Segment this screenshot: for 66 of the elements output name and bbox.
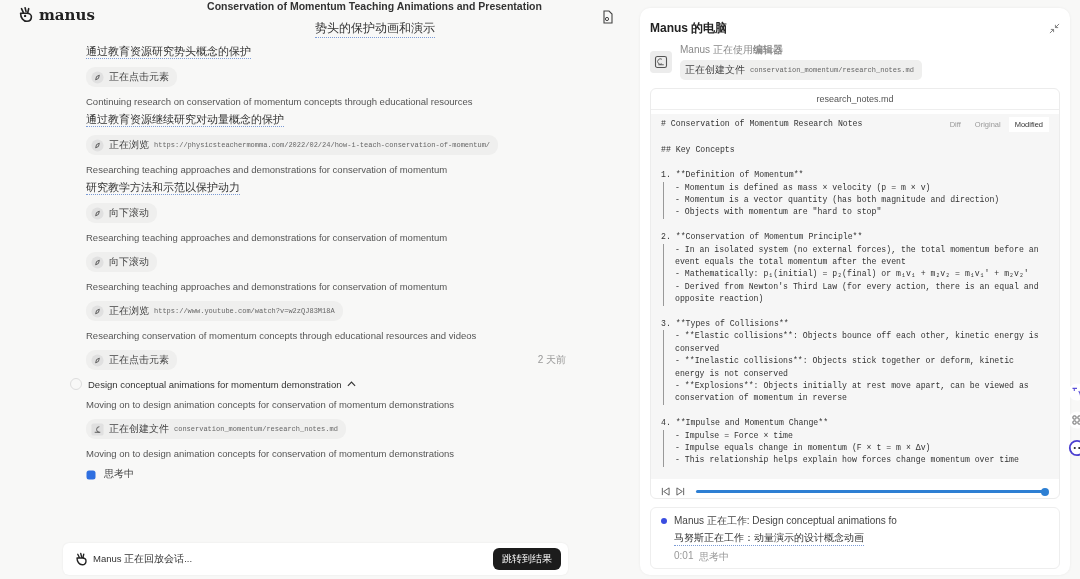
progress-message: Researching teaching approaches and demonstrations for conservation of momentum [86,163,449,176]
thinking-icon [86,469,96,480]
action-chip[interactable]: 向下滚动 [86,252,157,272]
collapse-icon[interactable] [1049,23,1060,34]
next-icon[interactable] [676,487,685,497]
elapsed-time: 0:01 [674,550,694,563]
code-line: ## Key Concepts [661,145,735,155]
code-line: - Objects with momentum are "hard to stop" [675,206,883,219]
action-chip[interactable]: 正在点击元素 [86,67,177,87]
logo-text: manus [39,6,95,24]
action-chip[interactable]: 向下滚动 [86,203,157,223]
timestamp: 2 天前 [537,353,566,367]
activity-state: 思考中 [699,550,730,564]
activity-text: Manus 正在工作: Design conceptual animations fo [674,514,897,528]
code-line: - In an isolated system (no external forces), the total momentum before an event equals the total momentum after the event [675,243,1040,268]
progress-message: Continuing research on conservation of momentum concepts through educational resources [86,95,474,108]
caret-icon[interactable] [347,381,357,387]
code-line: 3. **Types of Collisions** [661,318,790,331]
message-translation: 通过教育资源研究势头概念的保护 [86,44,251,59]
progress-message: Moving on to design animation concepts for conservation of momentum demonstrations [86,447,456,460]
edit-icon [91,422,104,436]
activity-translation: 马努斯正在工作：动量演示的设计概念动画 [674,532,864,546]
code-line: - Impulse equals change in momentum (F × t = m × Δv) [675,442,932,455]
code-line: - This relationship helps explain how forces change momentum over time [675,454,1020,467]
compass-icon [91,138,104,152]
task-title-translation: 势头的保护动画和演示 [314,20,435,38]
compass-icon [91,206,104,220]
mascot-icon [17,6,35,24]
panel-title: Manus 的电脑 [650,20,728,37]
tool-status: Manus 正在使用编辑器 [680,43,784,57]
task-title: Conservation of Momentum Teaching Animations and Presentation [207,0,542,12]
previous-icon[interactable] [661,487,670,497]
document-icon[interactable] [602,10,614,24]
compass-icon [91,70,104,84]
code-line: - Mathematically: p₁(initial) = p₂(final) or m₁v₁ + m₂v₂ = m₁v₁' + m₂v₂' [675,268,1030,281]
compass-icon [91,304,104,318]
progress-message: Researching conservation of momentum concepts through educational resources and videos [86,329,478,342]
action-chip[interactable]: 正在点击元素 [86,350,177,370]
progress-message: Researching teaching approaches and demonstrations for conservation of momentum [86,231,449,244]
status-dot [661,518,667,524]
code-line: 2. **Conservation of Momentum Principle** [661,231,864,244]
playback-status: Manus 正在回放会话... [93,552,194,566]
code-line: - Momentum is a vector quantity (has both magnitude and direction) [675,194,1001,206]
progress-message: Moving on to design animation concepts for conservation of momentum demonstrations [86,398,456,411]
message-translation: 通过教育资源继续研究对动量概念的保护 [86,112,284,127]
message-translation: 研究教学方法和示范以保护动力 [86,180,240,195]
code-line: - Impulse = Force × time [675,429,794,442]
code-line: - **Inelastic collisions**: Objects stick together or deform, kinetic energy is not conserved [675,355,1016,380]
file-name: research_notes.md [651,89,1059,110]
code-line: - **Explosions**: Objects initially at rest move apart, can be viewed as conservation of momentum in reverse [675,380,1030,405]
progress-message: Researching teaching approaches and demonstrations for conservation of momentum [86,280,449,293]
thinking-label: 思考中 [104,468,134,481]
code-line: 1. **Definition of Momentum** [661,169,805,182]
mascot-icon [74,551,89,567]
code-line: 4. **Impulse and Momentum Change** [661,417,830,430]
step-title[interactable]: Design conceptual animations for momentum demonstration [88,378,342,390]
code-line: - Derived from Newton's Third Law (for every action, there is an equal and opposite reaction) [675,280,1040,306]
step-checkbox[interactable] [70,378,82,390]
jump-to-result-button[interactable]: 跳转到结果 [493,548,561,570]
edit-icon [650,50,672,73]
code-line: - Momentum is defined as mass × velocity (p = m × v) [675,181,932,194]
compass-icon [91,255,104,269]
code-line: - **Elastic collisions**: Objects bounce off each other, kinetic energy is conserved [675,330,1040,355]
code-line: # Conservation of Momentum Research Notes [661,118,863,131]
progress-thumb[interactable] [1041,487,1049,496]
compass-icon [91,353,104,367]
